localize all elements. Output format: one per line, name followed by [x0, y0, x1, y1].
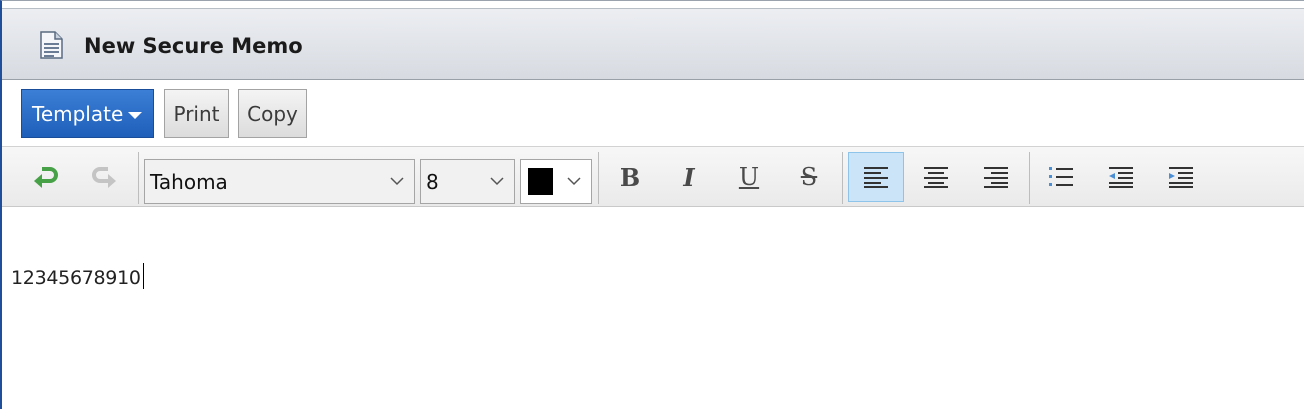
title-bar: New Secure Memo [2, 8, 1304, 80]
font-family-value: Tahoma [150, 170, 228, 194]
font-family-select[interactable]: Tahoma [144, 159, 415, 204]
toolbar-separator [138, 152, 139, 204]
template-button-label: Template [32, 101, 124, 126]
align-right-icon [984, 167, 1008, 188]
toolbar-separator [842, 152, 843, 204]
document-icon [36, 30, 66, 60]
chevron-down-icon [567, 177, 581, 186]
underline-button[interactable]: U [726, 155, 772, 199]
text-color-picker[interactable] [520, 159, 592, 204]
undo-icon [34, 167, 58, 188]
template-dropdown-button[interactable]: Template [21, 89, 154, 138]
dropdown-caret-icon [128, 112, 142, 119]
align-center-button[interactable] [913, 155, 959, 199]
align-center-icon [924, 167, 948, 188]
memo-editor[interactable]: 12345678910 [2, 208, 1304, 409]
editor-content[interactable]: 12345678910 [11, 263, 144, 289]
print-button[interactable]: Print [164, 89, 229, 138]
undo-button[interactable] [22, 155, 68, 199]
font-size-value: 8 [426, 170, 439, 194]
bold-icon: B [619, 162, 641, 192]
bold-button[interactable]: B [607, 155, 653, 199]
chevron-down-icon [490, 177, 504, 186]
redo-button[interactable] [82, 155, 128, 199]
indent-icon [1169, 167, 1193, 188]
strikethrough-button[interactable]: S [786, 155, 832, 199]
redo-icon [92, 167, 116, 188]
editor-text: 12345678910 [11, 267, 141, 289]
copy-button[interactable]: Copy [238, 89, 307, 138]
underline-icon: U [738, 163, 760, 191]
italic-icon: I [683, 162, 695, 192]
action-toolbar: Template Print Copy [2, 81, 1304, 145]
window-title: New Secure Memo [84, 34, 303, 58]
align-right-button[interactable] [973, 155, 1019, 199]
strikethrough-icon: S [800, 163, 818, 191]
bullet-list-icon [1049, 167, 1073, 186]
bullet-list-button[interactable] [1038, 155, 1084, 199]
toolbar-separator [1029, 152, 1030, 204]
italic-button[interactable]: I [666, 155, 712, 199]
toolbar-separator [598, 152, 599, 204]
outdent-icon [1109, 167, 1133, 188]
chevron-down-icon [390, 177, 404, 186]
secure-memo-window: New Secure Memo Template Print Copy Taho… [0, 0, 1304, 409]
align-left-button[interactable] [848, 152, 904, 202]
formatting-toolbar: Tahoma 8 B I U S [2, 146, 1304, 207]
indent-button[interactable] [1158, 155, 1204, 199]
font-size-select[interactable]: 8 [420, 159, 515, 204]
color-swatch [528, 168, 553, 195]
text-cursor [142, 263, 144, 289]
outdent-button[interactable] [1098, 155, 1144, 199]
align-left-icon [864, 167, 888, 188]
